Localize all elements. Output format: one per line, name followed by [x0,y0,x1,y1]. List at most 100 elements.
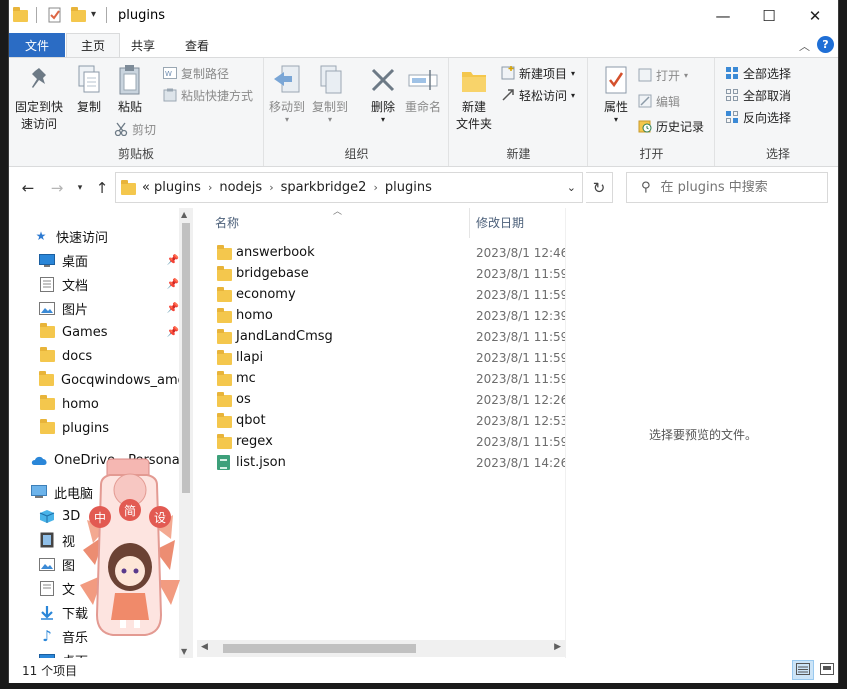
file-name: homo [236,308,273,323]
file-modified-date: 2023/8/1 11:59 [476,371,569,386]
mascot-sticker: 中 简 设 [75,455,185,640]
folder-icon [217,371,232,386]
nav-item-gocqwindows[interactable]: Gocqwindows_amd6 [39,368,179,392]
search-input[interactable] [660,180,811,195]
move-to-button[interactable]: 移动到 ▾ [269,62,305,124]
copy-button[interactable]: 复制 [72,62,106,116]
large-icons-view-button[interactable] [816,660,838,680]
chevron-right-icon[interactable]: › [208,181,212,194]
file-row[interactable]: JandLandCmsg 2023/8/1 11:59 [197,326,568,347]
breadcrumb-item[interactable]: plugins [154,180,201,195]
new-item-button[interactable]: 新建项目 ▾ [500,63,575,83]
easy-access-icon [500,87,516,103]
delete-button[interactable]: 删除 ▾ [366,62,400,124]
refresh-button[interactable]: ↻ [586,172,613,203]
edit-button[interactable]: 编辑 [637,91,680,111]
select-all-button[interactable]: 全部选择 [724,63,791,83]
nav-item-docs[interactable]: docs [39,344,179,368]
file-modified-date: 2023/8/1 11:59 [476,434,569,449]
copy-path-button[interactable]: W 复制路径 [162,63,229,83]
minimize-button[interactable]: — [700,0,746,31]
scroll-right-icon[interactable]: ▶ [554,642,561,652]
nav-item-pictures[interactable]: 图片 📌 [39,296,179,320]
file-row[interactable]: bridgebase 2023/8/1 11:59 [197,263,568,284]
breadcrumb-item[interactable]: nodejs [219,180,262,195]
file-row[interactable]: regex 2023/8/1 11:59 [197,431,569,452]
scroll-left-icon[interactable]: ◀ [201,642,208,652]
forward-button[interactable]: → [46,177,68,199]
folder-icon [121,180,136,195]
column-header-name[interactable]: 名称 [215,214,239,231]
customize-quick-access-icon[interactable]: ▾ [91,9,107,25]
select-group: 全部选择 全部取消 反向选择 选择 [716,58,838,166]
history-button[interactable]: 历史记录 [637,116,704,136]
details-view-button[interactable] [792,660,814,680]
copy-to-button[interactable]: 复制到 ▾ [312,62,348,124]
file-row[interactable]: mc 2023/8/1 11:59 [197,368,569,389]
file-modified-date: 2023/8/1 12:26 [476,392,569,407]
paste-button[interactable]: 粘贴 [113,62,147,116]
breadcrumb-item[interactable]: plugins [385,180,432,195]
column-divider[interactable] [469,208,470,238]
tab-share[interactable]: 共享 [117,33,169,57]
scrollbar-thumb[interactable] [223,644,416,653]
properties-button[interactable]: 属性 ▾ [599,62,633,124]
scroll-up-icon[interactable]: ▲ [181,210,187,219]
pin-quick-access-button[interactable]: 固定到快 速访问 [15,62,63,133]
file-row[interactable]: qbot 2023/8/1 12:53 [197,410,569,431]
select-none-button[interactable]: 全部取消 [724,85,791,105]
nav-item-desktop-pc[interactable]: 桌面 [39,648,179,658]
paste-shortcut-button[interactable]: 粘贴快捷方式 [162,85,253,105]
collapse-ribbon-icon[interactable]: ︿ [799,38,810,54]
new-group: 新建 文件夹 新建项目 ▾ 轻松访问 ▾ 新建 [450,58,588,166]
nav-item-documents[interactable]: 文档 📌 [39,272,179,296]
file-row[interactable]: os 2023/8/1 12:26 [197,389,569,410]
file-list-hscrollbar[interactable]: ◀ ▶ [197,640,565,657]
nav-item-plugins[interactable]: plugins [39,416,179,440]
file-modified-date: 2023/8/1 12:53 [476,413,569,428]
nav-quick-access[interactable]: ★ 快速访问 [33,224,179,248]
maximize-button[interactable]: ☐ [746,0,792,31]
scroll-down-icon[interactable]: ▼ [181,647,187,656]
breadcrumb-overflow[interactable]: « [142,180,150,195]
file-row[interactable]: homo 2023/8/1 12:39 [197,305,568,326]
nav-item-desktop[interactable]: 桌面 📌 [39,248,179,272]
close-button[interactable]: ✕ [792,0,838,31]
new-folder-button[interactable]: 新建 文件夹 [456,62,492,133]
address-history-dropdown-icon[interactable]: ⌄ [567,181,576,194]
recent-locations-button[interactable]: ▾ [69,177,91,199]
open-icon [637,67,653,83]
column-header-date[interactable]: 修改日期 [476,214,524,231]
open-button[interactable]: 打开 ▾ [637,65,688,85]
tab-home[interactable]: 主页 [66,33,121,57]
mascot-char: 简 [124,504,136,518]
search-box[interactable]: ⚲ [626,172,828,203]
file-row[interactable]: economy 2023/8/1 11:59 [197,284,568,305]
nav-item-homo[interactable]: homo [39,392,179,416]
file-row[interactable]: answerbook 2023/8/1 12:46 [197,242,568,263]
chevron-right-icon[interactable]: › [373,181,377,194]
breadcrumb-item[interactable]: sparkbridge2 [281,180,367,195]
folder-icon [217,287,232,302]
rename-button[interactable]: 重命名 [405,62,441,116]
nav-item-games[interactable]: Games 📌 [39,320,179,344]
back-button[interactable]: ← [17,177,39,199]
cut-button[interactable]: 剪切 [113,119,156,139]
folder-icon [217,413,232,428]
tab-view[interactable]: 查看 [171,33,223,57]
help-icon[interactable]: ? [817,36,834,53]
easy-access-button[interactable]: 轻松访问 ▾ [500,85,575,105]
folder-icon [39,371,54,387]
invert-selection-button[interactable]: 反向选择 [724,107,791,127]
new-folder-quick-icon[interactable] [71,7,87,23]
scrollbar-thumb[interactable] [182,223,190,493]
tab-file[interactable]: 文件 [9,33,65,57]
properties-check-icon[interactable] [47,7,63,23]
file-row[interactable]: llapi 2023/8/1 11:59 [197,347,568,368]
file-row[interactable]: list.json 2023/8/1 14:26 [197,452,568,473]
chevron-right-icon[interactable]: › [269,181,273,194]
copy-to-icon [313,62,347,98]
address-bar[interactable]: « plugins › nodejs › sparkbridge2 › plug… [115,172,583,203]
rename-icon [406,62,440,98]
up-button[interactable]: ↑ [91,177,113,199]
